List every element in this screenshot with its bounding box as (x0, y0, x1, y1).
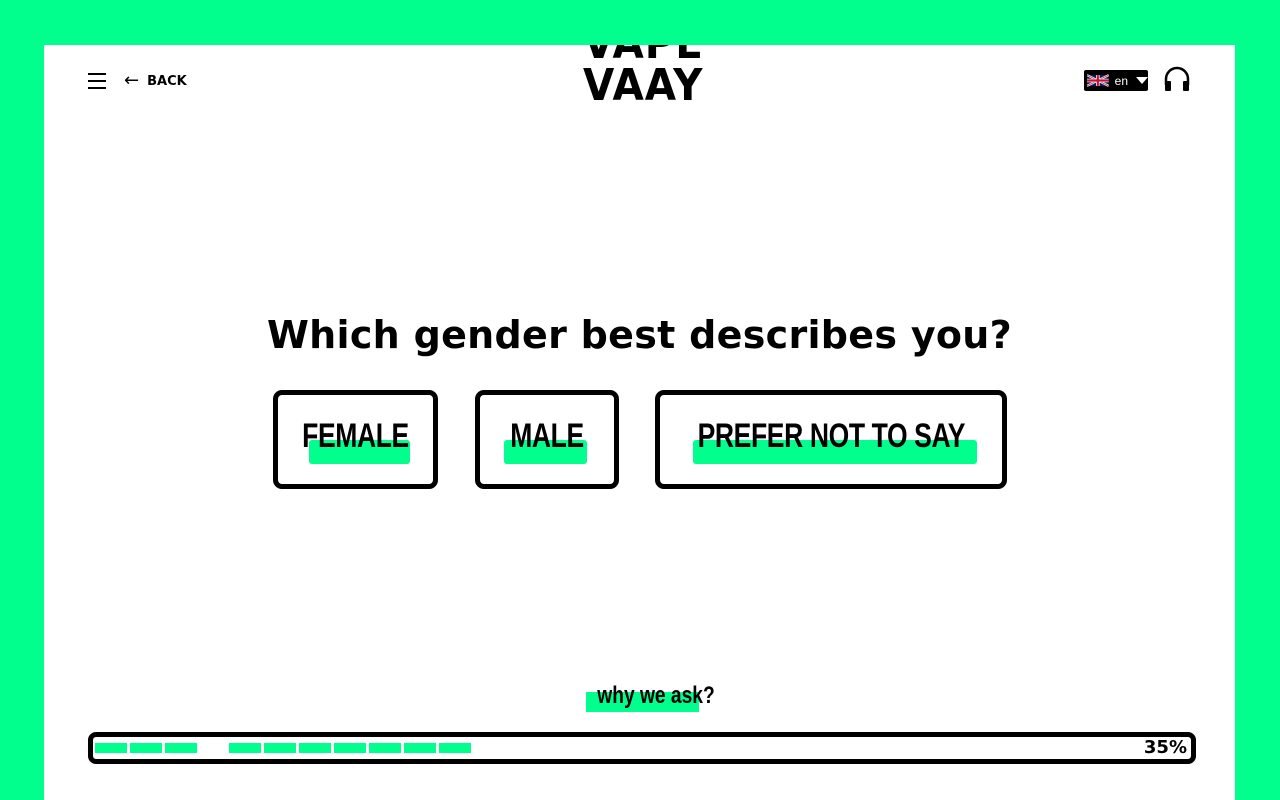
option-prefer-not-to-say-button[interactable]: PREFER NOT TO SAY (655, 390, 1007, 489)
progress-segment (229, 743, 261, 753)
option-label: MALE (510, 417, 584, 455)
back-label: BACK (147, 73, 187, 89)
why-we-ask-label: why we ask? (597, 682, 715, 709)
option-label: FEMALE (302, 417, 409, 455)
logo-line-2: VAAY (582, 60, 704, 111)
why-we-ask-link[interactable]: why we ask? (586, 682, 715, 712)
arrow-left-icon: ← (124, 70, 140, 91)
progress-segment (165, 743, 197, 753)
question-title: Which gender best describes you? (266, 313, 1013, 357)
caret-down-icon (1136, 77, 1148, 84)
progress-percent: 35% (1143, 737, 1187, 758)
progress-segment (439, 743, 471, 753)
option-male-button[interactable]: MALE (475, 390, 619, 489)
progress-segment (334, 743, 366, 753)
progress-segment (264, 743, 296, 753)
logo[interactable]: VAPE VAAY (582, 45, 704, 111)
headphones-icon[interactable] (1163, 65, 1191, 93)
progress-segment (95, 743, 127, 753)
uk-flag-icon (1087, 74, 1109, 87)
back-button[interactable]: ← BACK (124, 72, 187, 90)
progress-segment (130, 743, 162, 753)
language-selector[interactable]: en (1084, 70, 1148, 91)
progress-bar: 35% (88, 732, 1196, 764)
option-label: PREFER NOT TO SAY (697, 417, 966, 455)
language-code: en (1114, 73, 1128, 88)
option-female-button[interactable]: FEMALE (273, 390, 438, 489)
progress-segment (369, 743, 401, 753)
main-panel: ← BACK VAPE VAAY en Which gender best de… (44, 45, 1235, 800)
progress-segment (299, 743, 331, 753)
hamburger-menu-icon[interactable] (88, 73, 106, 89)
progress-segment (404, 743, 436, 753)
